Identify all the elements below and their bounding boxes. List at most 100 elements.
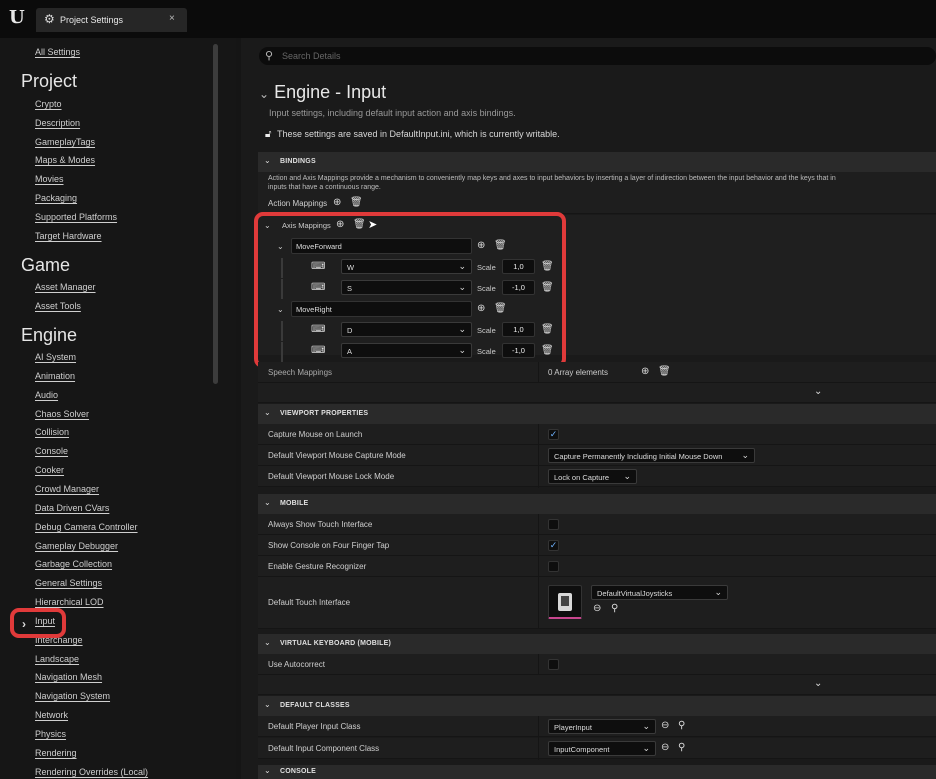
nav-scrollbar[interactable] xyxy=(213,44,218,384)
chevron-down-icon: ⌄ xyxy=(264,700,271,709)
nav-item[interactable]: Navigation System xyxy=(35,691,110,701)
browse-search-icon[interactable]: ⚲ xyxy=(611,603,618,615)
autocorrect-checkbox[interactable] xyxy=(548,659,559,670)
browse-search-icon[interactable]: ⚲ xyxy=(678,720,685,732)
page-subtitle: Input settings, including default input … xyxy=(269,108,516,118)
capture-on-launch-checkbox[interactable]: ✓ xyxy=(548,429,559,440)
expand-row: ⌄ xyxy=(258,675,936,695)
capture-mode-dropdown[interactable]: Capture Permanently Including Initial Mo… xyxy=(548,448,755,463)
nav-item[interactable]: Gameplay Debugger xyxy=(35,541,118,551)
search-box[interactable]: ⚲ Search Details xyxy=(259,47,936,65)
nav-item[interactable]: Maps & Modes xyxy=(35,155,95,165)
tab-title: Project Settings xyxy=(60,15,124,25)
default-classes-section[interactable]: ⌄ DEFAULT CLASSES xyxy=(258,696,936,716)
nav-item[interactable]: Description xyxy=(35,118,80,128)
nav-item[interactable]: Debug Camera Controller xyxy=(35,522,138,532)
nav-header-game: Game xyxy=(21,255,71,275)
device-icon xyxy=(558,593,572,611)
highlight-input-nav xyxy=(10,608,66,638)
chevron-down-icon[interactable]: ⌄ xyxy=(814,678,822,690)
nav-item[interactable]: Movies xyxy=(35,174,64,184)
nav-item[interactable]: Network xyxy=(35,710,68,720)
nav-item[interactable]: Packaging xyxy=(35,193,77,203)
title-bar: U ⚙ Project Settings × xyxy=(0,0,936,38)
lock-icon: 🔓︎ xyxy=(265,129,272,140)
browse-search-icon[interactable]: ⚲ xyxy=(678,742,685,754)
always-touch-checkbox[interactable] xyxy=(548,519,559,530)
nav-item[interactable]: Physics xyxy=(35,729,66,739)
add-speech-icon[interactable]: ⊕ xyxy=(641,366,649,378)
console-four-checkbox[interactable]: ✓ xyxy=(548,540,559,551)
nav-item[interactable]: Crypto xyxy=(35,99,62,109)
highlight-axis-mappings xyxy=(254,212,566,368)
autocorrect-row: Use Autocorrect xyxy=(258,654,936,675)
nav-item[interactable]: Target Hardware xyxy=(35,231,102,241)
chevron-down-icon: ⌄ xyxy=(264,638,271,647)
column-divider xyxy=(538,514,539,629)
gesture-row: Enable Gesture Recognizer xyxy=(258,556,936,577)
speech-mappings-row: Speech Mappings 0 Array elements ⊕ 🗑︎ xyxy=(258,362,936,383)
chevron-down-icon[interactable]: ⌄ xyxy=(814,386,822,398)
input-component-dropdown[interactable]: InputComponent ⌄ xyxy=(548,741,656,756)
add-action-icon[interactable]: ⊕ xyxy=(333,197,341,209)
nav-item[interactable]: Console xyxy=(35,446,68,456)
player-input-dropdown[interactable]: PlayerInput ⌄ xyxy=(548,719,656,734)
column-divider xyxy=(538,716,539,760)
column-divider xyxy=(538,654,539,675)
nav-item[interactable]: Landscape xyxy=(35,654,79,664)
use-selected-icon[interactable]: ⊖ xyxy=(661,742,669,754)
nav-header-project: Project xyxy=(21,71,78,91)
page-title: ⌄ Engine - Input xyxy=(259,82,387,102)
project-settings-tab[interactable]: ⚙ Project Settings × xyxy=(36,8,187,32)
player-input-row: Default Player Input Class PlayerInput ⌄ … xyxy=(258,716,936,737)
nav-item[interactable]: Hierarchical LOD xyxy=(35,597,104,607)
mobile-section[interactable]: ⌄ MOBILE xyxy=(258,494,936,514)
nav-item[interactable]: Rendering xyxy=(35,748,77,758)
nav-item[interactable]: Asset Tools xyxy=(35,301,81,311)
nav-item[interactable]: GameplayTags xyxy=(35,137,95,147)
nav-item[interactable]: Animation xyxy=(35,371,75,381)
chevron-down-icon: ⌄ xyxy=(264,766,271,775)
nav-item[interactable]: Collision xyxy=(35,427,69,437)
writable-notice: 🔓︎ These settings are saved in DefaultIn… xyxy=(265,129,560,140)
nav-item[interactable]: Supported Platforms xyxy=(35,212,117,222)
chevron-down-icon: ⌄ xyxy=(264,156,271,165)
nav-item[interactable]: AI System xyxy=(35,352,76,362)
search-input[interactable]: Search Details xyxy=(282,51,341,61)
expand-row: ⌄ xyxy=(258,383,936,403)
nav-item[interactable]: Crowd Manager xyxy=(35,484,99,494)
nav-all-settings[interactable]: All Settings xyxy=(35,47,80,57)
nav-item[interactable]: Chaos Solver xyxy=(35,409,89,419)
nav-item[interactable]: Asset Manager xyxy=(35,282,96,292)
viewport-section[interactable]: ⌄ VIEWPORT PROPERTIES xyxy=(258,404,936,424)
unreal-logo-icon[interactable]: U xyxy=(9,8,31,28)
search-icon: ⚲ xyxy=(265,50,274,62)
settings-gear-icon: ⚙ xyxy=(44,12,55,26)
nav-item[interactable]: Rendering Overrides (Local) xyxy=(35,767,148,777)
input-component-row: Default Input Component Class InputCompo… xyxy=(258,738,936,759)
gesture-checkbox[interactable] xyxy=(548,561,559,572)
virtual-keyboard-section[interactable]: ⌄ VIRTUAL KEYBOARD (MOBILE) xyxy=(258,634,936,654)
nav-item[interactable]: General Settings xyxy=(35,578,102,588)
touch-interface-dropdown[interactable]: DefaultVirtualJoysticks ⌄ xyxy=(591,585,728,600)
lock-mode-row: Default Viewport Mouse Lock Mode Lock on… xyxy=(258,466,936,487)
nav-item[interactable]: Cooker xyxy=(35,465,64,475)
lock-mode-dropdown[interactable]: Lock on Capture ⌄ xyxy=(548,469,637,484)
nav-item[interactable]: Audio xyxy=(35,390,58,400)
use-selected-icon[interactable]: ⊖ xyxy=(593,603,601,615)
chevron-down-icon: ⌄ xyxy=(264,498,271,507)
trash-icon[interactable]: 🗑︎ xyxy=(658,366,671,378)
nav-item[interactable]: Data Driven CVars xyxy=(35,503,109,513)
nav-item[interactable]: Garbage Collection xyxy=(35,559,112,569)
chevron-down-icon: ⌄ xyxy=(264,408,271,417)
nav-item[interactable]: Navigation Mesh xyxy=(35,672,102,682)
always-touch-row: Always Show Touch Interface xyxy=(258,514,936,535)
close-tab-icon[interactable]: × xyxy=(169,13,175,24)
use-selected-icon[interactable]: ⊖ xyxy=(661,720,669,732)
asset-thumbnail[interactable] xyxy=(548,585,582,619)
bindings-section[interactable]: ⌄ BINDINGS xyxy=(258,152,936,172)
trash-icon[interactable]: 🗑︎ xyxy=(350,197,363,209)
capture-on-launch-row: Capture Mouse on Launch ✓ xyxy=(258,424,936,445)
console-section[interactable]: ⌄ CONSOLE xyxy=(258,765,936,779)
collapse-chevron-icon[interactable]: ⌄ xyxy=(259,87,269,101)
